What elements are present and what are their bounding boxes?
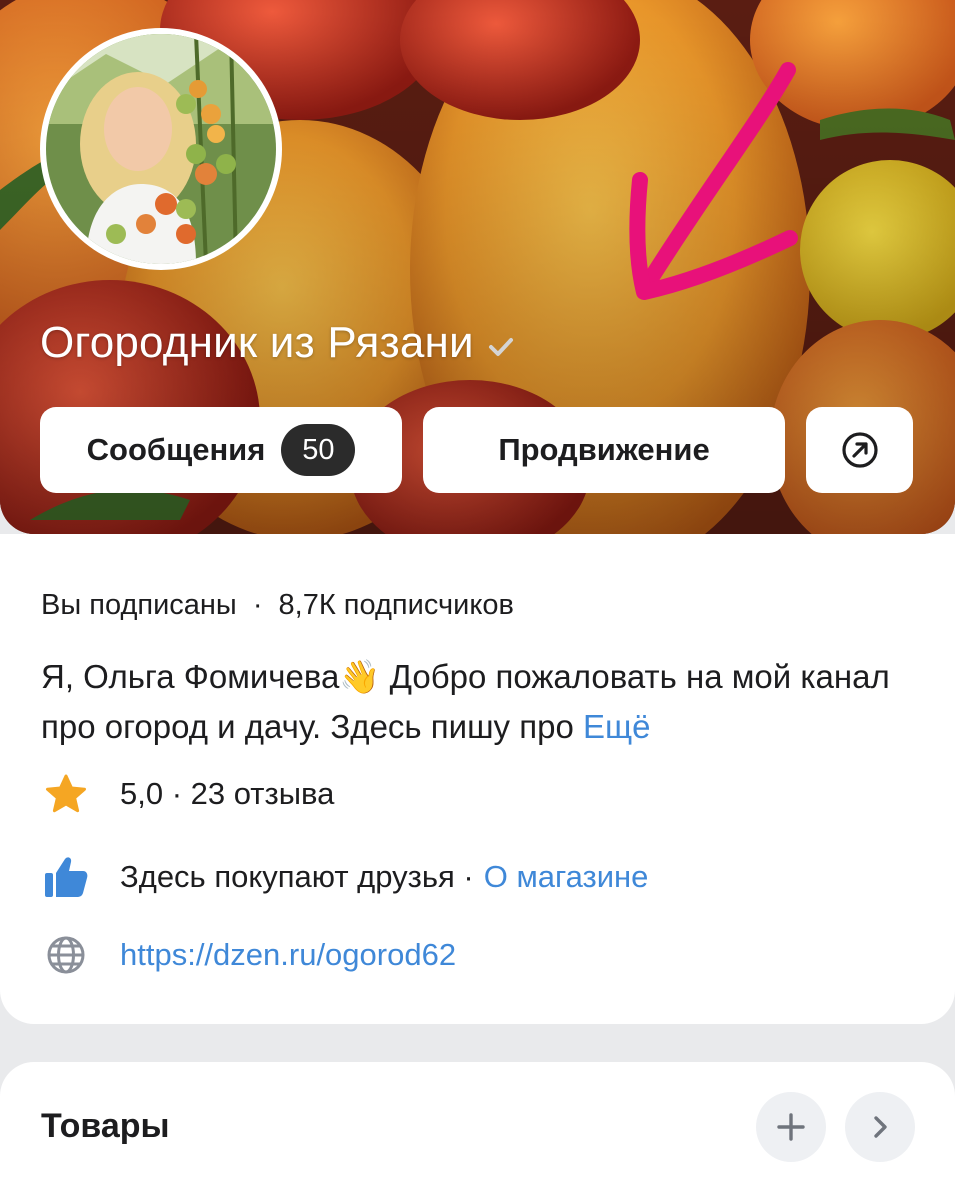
rating-row[interactable]: 5,0 · 23 отзыва [41, 769, 334, 819]
channel-actions: Сообщения 50 Продвижение [40, 407, 913, 493]
subscribers-count: 8,7К подписчиков [278, 589, 514, 621]
channel-title: Огородник из Рязани [40, 318, 514, 368]
avatar[interactable] [40, 28, 282, 270]
website-row: https://dzen.ru/ogorod62 [41, 930, 456, 980]
goods-section: Товары [0, 1062, 955, 1186]
add-goods-button[interactable] [756, 1092, 826, 1162]
rating-text: 5,0 · 23 отзыва [120, 776, 335, 811]
messages-count-badge: 50 [281, 424, 356, 476]
channel-cover: Огородник из Рязани Сообщения 50 Продвиж… [0, 0, 955, 534]
check-icon [488, 338, 513, 356]
goods-title: Товары [41, 1107, 170, 1145]
globe-icon [47, 936, 85, 974]
channel-description: Я, Ольга Фомичева👋 Добро пожаловать на м… [41, 652, 921, 752]
goods-next-button[interactable] [845, 1092, 915, 1162]
subscription-status: Вы подписаны · 8,7К подписчиков [41, 589, 514, 622]
more-link[interactable]: Ещё [583, 708, 651, 745]
shop-text: Здесь покупают друзья · [120, 859, 474, 894]
thumbs-up-icon [45, 857, 88, 897]
avatar-photo [46, 34, 276, 264]
messages-button[interactable]: Сообщения 50 [40, 407, 402, 493]
subscribed-status[interactable]: Вы подписаны [41, 589, 237, 621]
messages-label: Сообщения [86, 432, 266, 467]
about-shop-link[interactable]: О магазине [484, 859, 649, 895]
channel-title-text: Огородник из Рязани [40, 318, 474, 367]
separator-dot: · [252, 589, 263, 621]
shop-row: Здесь покупают друзья · О магазине [41, 852, 648, 902]
promotion-label: Продвижение [498, 432, 710, 467]
website-link[interactable]: https://dzen.ru/ogorod62 [120, 937, 456, 973]
channel-info-card: Вы подписаны · 8,7К подписчиков Я, Ольга… [0, 534, 955, 1024]
share-button[interactable] [806, 407, 913, 493]
plus-icon [777, 1113, 805, 1141]
chevron-right-icon [874, 1116, 887, 1138]
star-icon [46, 774, 86, 813]
arrow-up-right-circle-icon [841, 432, 878, 468]
description-text: Я, Ольга Фомичева👋 Добро пожаловать на м… [41, 658, 890, 745]
promotion-button[interactable]: Продвижение [423, 407, 785, 493]
